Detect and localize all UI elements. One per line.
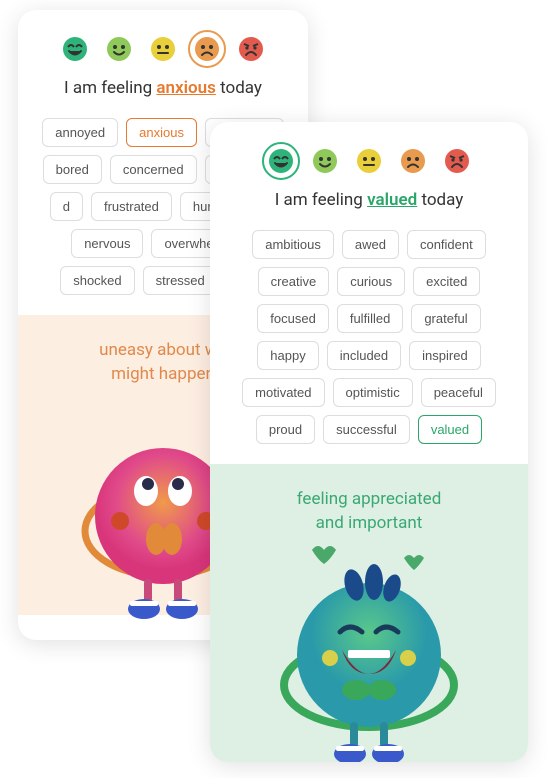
- mood-very-sad-icon[interactable]: [236, 34, 266, 64]
- mood-happy-icon[interactable]: [310, 146, 340, 176]
- feeling-chip-anxious[interactable]: anxious: [126, 118, 197, 147]
- feeling-chip-successful[interactable]: successful: [323, 415, 410, 444]
- mood-sad-icon[interactable]: [398, 146, 428, 176]
- feeling-chip-annoyed[interactable]: annoyed: [42, 118, 118, 147]
- feeling-chip-motivated[interactable]: motivated: [242, 378, 324, 407]
- feeling-chip-ambitious[interactable]: ambitious: [252, 230, 334, 259]
- feeling-prefix: I am feeling: [64, 78, 152, 98]
- feeling-chip-bored[interactable]: bored: [43, 155, 102, 184]
- feeling-chip-grateful[interactable]: grateful: [411, 304, 480, 333]
- feeling-chip-shocked[interactable]: shocked: [60, 266, 134, 295]
- feeling-chip-inspired[interactable]: inspired: [409, 341, 481, 370]
- mood-very-happy-icon[interactable]: [60, 34, 90, 64]
- feeling-sentence: I am feeling valued today: [226, 190, 512, 210]
- feeling-chip-focused[interactable]: focused: [257, 304, 329, 333]
- feeling-chip-curious[interactable]: curious: [337, 267, 405, 296]
- feeling-suffix: today: [220, 78, 262, 98]
- valued-monster-illustration: [274, 540, 464, 762]
- feeling-word: anxious: [156, 78, 216, 98]
- definition-text: feeling appreciated and important: [226, 488, 512, 536]
- feeling-chip-awed[interactable]: awed: [342, 230, 399, 259]
- mood-very-sad-icon[interactable]: [442, 146, 472, 176]
- mood-neutral-icon[interactable]: [148, 34, 178, 64]
- mood-card-valued: I am feeling valued today ambitiousawedc…: [210, 122, 528, 762]
- feeling-chip-proud[interactable]: proud: [256, 415, 315, 444]
- feeling-chip-d[interactable]: d: [50, 192, 83, 221]
- mood-very-happy-icon[interactable]: [266, 146, 296, 176]
- feeling-prefix: I am feeling: [275, 190, 363, 210]
- mood-scale: [34, 34, 292, 64]
- feeling-word: valued: [367, 190, 417, 210]
- feeling-sentence: I am feeling anxious today: [34, 78, 292, 98]
- feeling-chip-creative[interactable]: creative: [258, 267, 330, 296]
- mood-sad-icon[interactable]: [192, 34, 222, 64]
- feeling-chips: ambitious awed confident creativecurious exc…: [226, 230, 512, 444]
- feeling-chip-stressed[interactable]: stressed: [143, 266, 218, 295]
- feeling-chip-nervous[interactable]: nervous: [71, 229, 143, 258]
- feeling-chip-valued[interactable]: valued: [418, 415, 482, 444]
- mood-scale: [226, 146, 512, 176]
- feeling-chip-peaceful[interactable]: peaceful: [421, 378, 496, 407]
- definition-panel: feeling appreciated and important: [210, 464, 528, 762]
- feeling-chip-happy[interactable]: happy: [257, 341, 318, 370]
- feeling-chip-concerned[interactable]: concerned: [110, 155, 197, 184]
- mood-neutral-icon[interactable]: [354, 146, 384, 176]
- feeling-chip-confident[interactable]: confident: [407, 230, 486, 259]
- feeling-chip-fulfilled[interactable]: fulfilled: [337, 304, 403, 333]
- feeling-suffix: today: [421, 190, 463, 210]
- mood-happy-icon[interactable]: [104, 34, 134, 64]
- feeling-chip-excited[interactable]: excited: [413, 267, 480, 296]
- feeling-chip-optimistic[interactable]: optimistic: [333, 378, 413, 407]
- feeling-chip-frustrated[interactable]: frustrated: [91, 192, 172, 221]
- feeling-chip-included[interactable]: included: [327, 341, 401, 370]
